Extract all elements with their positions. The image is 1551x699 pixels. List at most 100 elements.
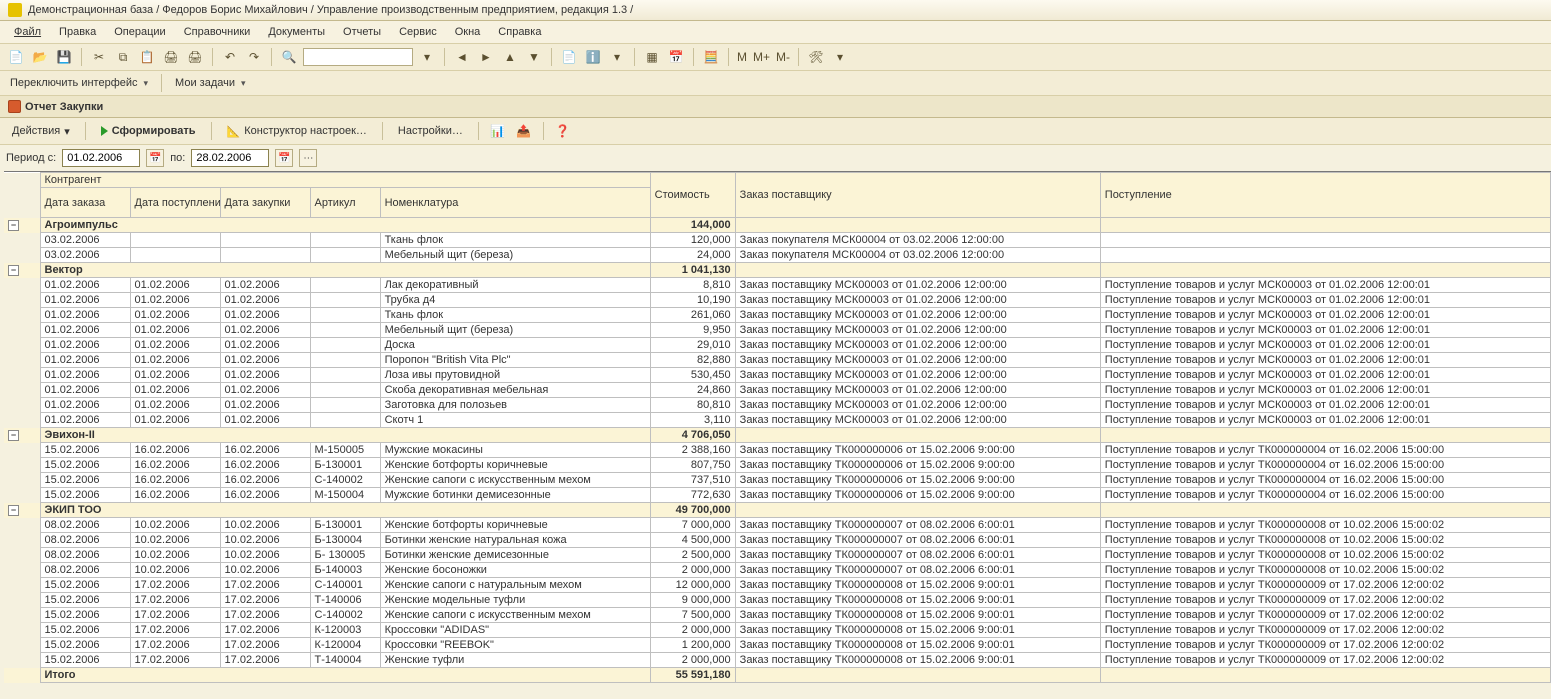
- dropdown-icon[interactable]: ▾: [607, 47, 627, 67]
- paste-icon[interactable]: 📋: [137, 47, 157, 67]
- calendar-from-icon[interactable]: 📅: [146, 149, 164, 167]
- table-row[interactable]: 01.02.200601.02.200601.02.2006Заготовка …: [4, 398, 1551, 413]
- cut-icon[interactable]: ✂: [89, 47, 109, 67]
- menu-documents[interactable]: Документы: [260, 24, 333, 40]
- group-row[interactable]: −ЭКИП ТОО49 700,000: [4, 503, 1551, 518]
- table-row[interactable]: 08.02.200610.02.200610.02.2006Б-130001Же…: [4, 518, 1551, 533]
- table-row[interactable]: 15.02.200617.02.200617.02.2006К-120004Кр…: [4, 638, 1551, 653]
- menu-operations[interactable]: Операции: [106, 24, 173, 40]
- collapse-icon[interactable]: −: [8, 265, 19, 276]
- memory-m[interactable]: М: [736, 47, 748, 67]
- table-row[interactable]: 15.02.200617.02.200617.02.2006Т-140006Же…: [4, 593, 1551, 608]
- export-icon[interactable]: 📤: [514, 121, 534, 141]
- undo-icon[interactable]: ↶: [220, 47, 240, 67]
- table-row[interactable]: 01.02.200601.02.200601.02.2006Мебельный …: [4, 323, 1551, 338]
- table-row[interactable]: 15.02.200616.02.200616.02.2006М-150005Му…: [4, 443, 1551, 458]
- settings-constructor-button[interactable]: 📐 Конструктор настроек…: [221, 123, 373, 140]
- memory-m-minus[interactable]: М-: [775, 47, 791, 67]
- table-row[interactable]: 03.02.2006Ткань флок120,000Заказ покупат…: [4, 233, 1551, 248]
- document-tab[interactable]: Отчет Закупки: [0, 96, 1551, 118]
- settings-button[interactable]: Настройки…: [392, 123, 469, 139]
- my-tasks-button[interactable]: Мои задачи▾: [171, 76, 249, 90]
- group-row[interactable]: −Агроимпульс144,000: [4, 218, 1551, 233]
- print-icon[interactable]: 🖨: [161, 47, 181, 67]
- col-purchase-date[interactable]: Дата закупки: [220, 188, 310, 218]
- table-row[interactable]: 15.02.200617.02.200617.02.2006С-140002Же…: [4, 608, 1551, 623]
- col-kontragent[interactable]: Контрагент: [40, 173, 650, 188]
- col-arrival-date[interactable]: Дата поступления: [130, 188, 220, 218]
- switch-interface-button[interactable]: Переключить интерфейс▾: [6, 76, 152, 90]
- table-row[interactable]: 03.02.2006Мебельный щит (береза)24,000За…: [4, 248, 1551, 263]
- table-row[interactable]: 01.02.200601.02.200601.02.2006Скоба деко…: [4, 383, 1551, 398]
- calendar-to-icon[interactable]: 📅: [275, 149, 293, 167]
- new-icon[interactable]: 📄: [6, 47, 26, 67]
- redo-icon[interactable]: ↷: [244, 47, 264, 67]
- group-row[interactable]: −Эвихон-II4 706,050: [4, 428, 1551, 443]
- window-title: Демонстрационная база / Федоров Борис Ми…: [28, 4, 633, 16]
- table-row[interactable]: 15.02.200616.02.200616.02.2006С-140002Же…: [4, 473, 1551, 488]
- open-icon[interactable]: 📂: [30, 47, 50, 67]
- table-row[interactable]: 15.02.200617.02.200617.02.2006С-140001Же…: [4, 578, 1551, 593]
- col-receipt[interactable]: Поступление: [1100, 173, 1550, 218]
- collapse-icon[interactable]: −: [8, 505, 19, 516]
- memory-m-plus[interactable]: М+: [752, 47, 771, 67]
- menu-windows[interactable]: Окна: [447, 24, 489, 40]
- print-preview-icon[interactable]: 🖨: [185, 47, 205, 67]
- col-artikul[interactable]: Артикул: [310, 188, 380, 218]
- table-row[interactable]: 01.02.200601.02.200601.02.2006Поропон "B…: [4, 353, 1551, 368]
- table-row[interactable]: 01.02.200601.02.200601.02.2006Ткань флок…: [4, 308, 1551, 323]
- toolbar-separator: [211, 122, 212, 140]
- col-supplier-order[interactable]: Заказ поставщику: [735, 173, 1100, 218]
- table-row[interactable]: 15.02.200616.02.200616.02.2006Б-130001Же…: [4, 458, 1551, 473]
- table-row[interactable]: 15.02.200617.02.200617.02.2006Т-140004Же…: [4, 653, 1551, 668]
- period-from-label: Период с:: [6, 152, 56, 164]
- save-icon[interactable]: 💾: [54, 47, 74, 67]
- tools-icon[interactable]: 🛠: [806, 47, 826, 67]
- arrow-up-icon[interactable]: ▲: [500, 47, 520, 67]
- toolbar-separator: [161, 74, 162, 92]
- search-input[interactable]: [303, 48, 413, 66]
- menu-service[interactable]: Сервис: [391, 24, 445, 40]
- collapse-icon[interactable]: −: [8, 430, 19, 441]
- arrow-left-icon[interactable]: ◄: [452, 47, 472, 67]
- menu-file[interactable]: Файл: [6, 24, 49, 40]
- grid-icon[interactable]: ▦: [642, 47, 662, 67]
- calculator-icon[interactable]: 🧮: [701, 47, 721, 67]
- col-order-date[interactable]: Дата заказа: [40, 188, 130, 218]
- chart-icon[interactable]: 📊: [488, 121, 508, 141]
- period-to-input[interactable]: [191, 149, 269, 167]
- info-icon[interactable]: ℹ️: [583, 47, 603, 67]
- table-row[interactable]: 01.02.200601.02.200601.02.2006Лак декора…: [4, 278, 1551, 293]
- table-row[interactable]: 08.02.200610.02.200610.02.2006Б- 130005Б…: [4, 548, 1551, 563]
- search-dropdown-icon[interactable]: ▾: [417, 47, 437, 67]
- menu-catalogs[interactable]: Справочники: [176, 24, 259, 40]
- copy-icon[interactable]: ⧉: [113, 47, 133, 67]
- new-doc-icon[interactable]: 📄: [559, 47, 579, 67]
- dropdown-icon[interactable]: ▾: [830, 47, 850, 67]
- table-row[interactable]: 01.02.200601.02.200601.02.2006Скотч 13,1…: [4, 413, 1551, 428]
- period-from-input[interactable]: [62, 149, 140, 167]
- table-row[interactable]: 01.02.200601.02.200601.02.2006Трубка д41…: [4, 293, 1551, 308]
- period-picker-icon[interactable]: ⋯: [299, 149, 317, 167]
- table-row[interactable]: 15.02.200616.02.200616.02.2006М-150004Му…: [4, 488, 1551, 503]
- table-row[interactable]: 08.02.200610.02.200610.02.2006Б-140003Же…: [4, 563, 1551, 578]
- table-row[interactable]: 01.02.200601.02.200601.02.2006Лоза ивы п…: [4, 368, 1551, 383]
- generate-button[interactable]: Сформировать: [95, 123, 202, 139]
- calendar-icon[interactable]: 📅: [666, 47, 686, 67]
- toolbar-separator: [81, 48, 82, 66]
- actions-button[interactable]: Действия▾: [6, 123, 76, 140]
- table-row[interactable]: 01.02.200601.02.200601.02.2006Доска29,01…: [4, 338, 1551, 353]
- table-row[interactable]: 08.02.200610.02.200610.02.2006Б-130004Бо…: [4, 533, 1551, 548]
- table-row[interactable]: 15.02.200617.02.200617.02.2006К-120003Кр…: [4, 623, 1551, 638]
- help-icon[interactable]: ❓: [553, 121, 573, 141]
- collapse-icon[interactable]: −: [8, 220, 19, 231]
- arrow-right-icon[interactable]: ►: [476, 47, 496, 67]
- menu-help[interactable]: Справка: [490, 24, 549, 40]
- arrow-down-icon[interactable]: ▼: [524, 47, 544, 67]
- menu-reports[interactable]: Отчеты: [335, 24, 389, 40]
- group-row[interactable]: −Вектор1 041,130: [4, 263, 1551, 278]
- col-cost[interactable]: Стоимость: [650, 173, 735, 218]
- menu-edit[interactable]: Правка: [51, 24, 104, 40]
- col-nomenklatura[interactable]: Номенклатура: [380, 188, 650, 218]
- search-icon[interactable]: 🔍: [279, 47, 299, 67]
